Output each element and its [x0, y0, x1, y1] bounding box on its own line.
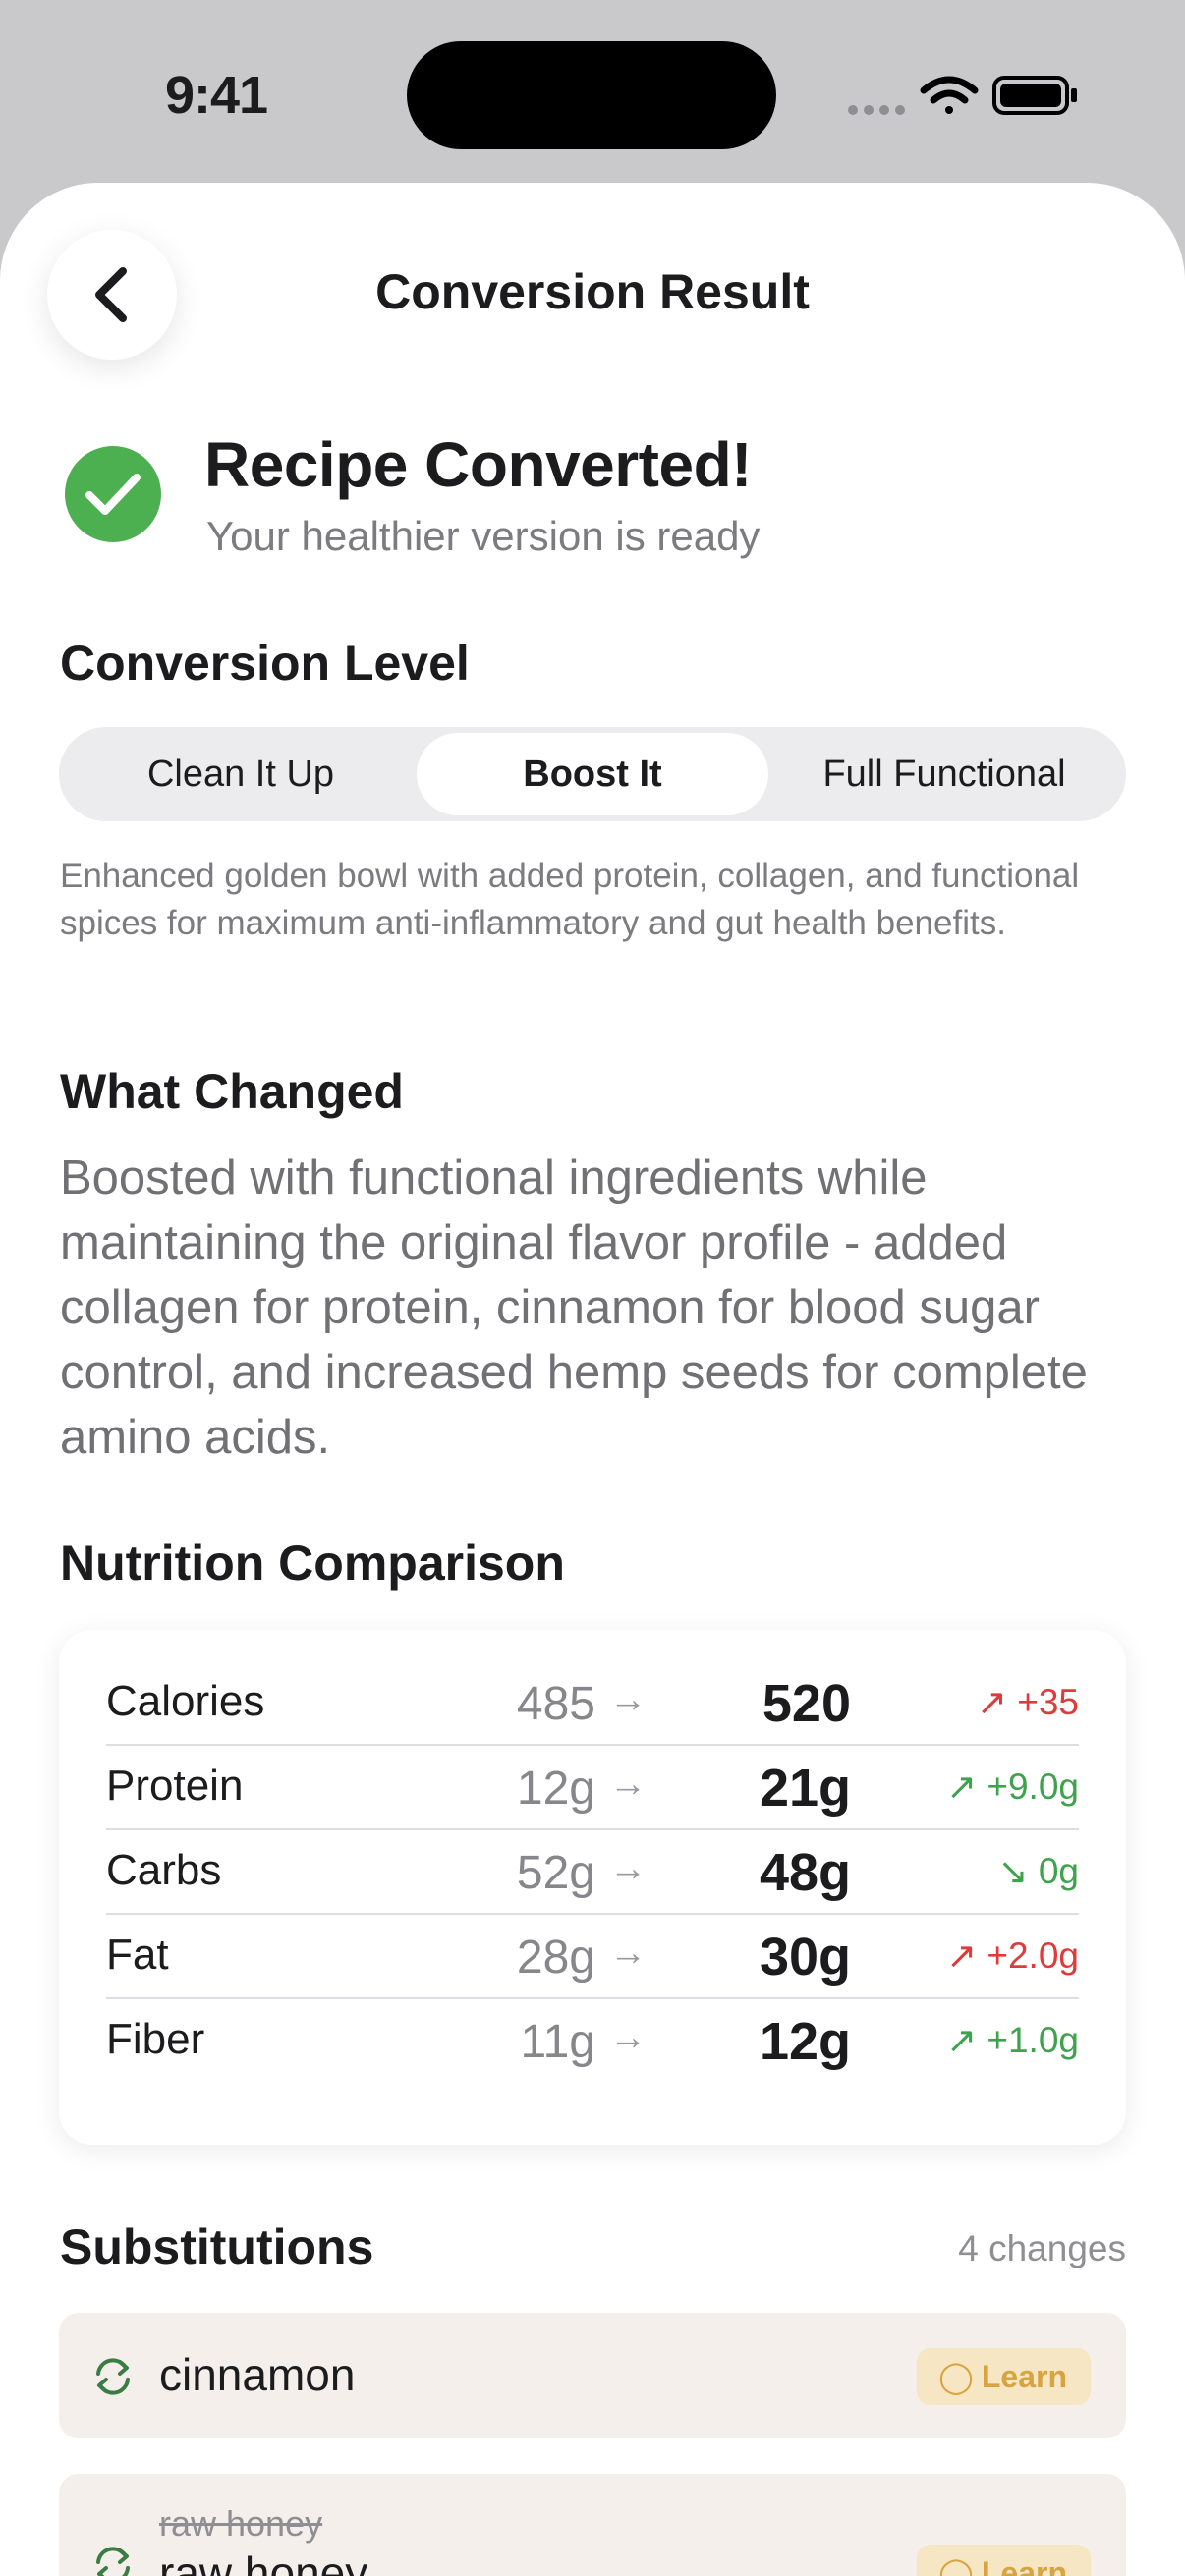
nutrient-label: Carbs — [106, 1846, 222, 1894]
nutrition-comparison-heading: Nutrition Comparison — [60, 1536, 565, 1591]
substitution-original: raw honey — [159, 2503, 323, 2544]
segment-clean-it-up[interactable]: Clean It Up — [65, 733, 417, 815]
arrow-up-right-icon: ↗ — [946, 2020, 988, 2060]
arrow-right-icon: → — [609, 1848, 647, 1889]
status-bar: 9:41 — [0, 0, 1185, 187]
swap-cycle-icon — [96, 2358, 130, 2395]
nutrient-delta: ↗ +9.0g — [946, 1766, 1079, 1807]
nutrition-row: Carbs 52g → 48g ↘ 0g — [106, 1830, 1079, 1915]
success-title: Recipe Converted! — [204, 429, 752, 500]
arrow-right-icon: → — [609, 2017, 647, 2058]
substitution-name: cinnamon — [159, 2349, 356, 2400]
substitutions-count: 4 changes — [958, 2228, 1126, 2268]
learn-button[interactable]: ◯ Learn — [917, 2348, 1091, 2405]
dynamic-island — [407, 41, 776, 149]
nutrition-row: Fat 28g → 30g ↗ +2.0g — [106, 1915, 1079, 1999]
success-subtitle: Your healthier version is ready — [206, 513, 761, 559]
lightbulb-icon: ◯ — [938, 2359, 974, 2394]
what-changed-heading: What Changed — [60, 1064, 404, 1119]
segment-boost-it[interactable]: Boost It — [417, 733, 768, 815]
nutrient-delta: ↗ +2.0g — [946, 1935, 1079, 1976]
nutrient-new-value: 48g — [759, 1843, 851, 1902]
what-changed-text: Boosted with functional ingredients whil… — [60, 1151, 1088, 1464]
arrow-right-icon: → — [609, 1932, 647, 1974]
segment-full-functional[interactable]: Full Functional — [768, 733, 1120, 815]
conversion-level-heading: Conversion Level — [60, 636, 470, 691]
nutrient-delta: ↘ 0g — [997, 1851, 1079, 1891]
nutrient-label: Protein — [106, 1762, 244, 1810]
nutrient-delta: ↗ +35 — [976, 1682, 1079, 1722]
substitution-name: raw honey — [159, 2548, 368, 2576]
nutrient-new-value: 520 — [762, 1674, 851, 1733]
nutrient-new-value: 21g — [759, 1759, 851, 1818]
nutrient-old-value: 28g — [516, 1932, 595, 1984]
nutrition-row: Calories 485 → 520 ↗ +35 — [106, 1661, 1079, 1746]
wifi-icon — [920, 76, 979, 114]
nutrition-row: Fiber 11g → 12g ↗ +1.0g — [106, 1999, 1079, 2084]
substitution-card[interactable]: raw honey raw honey ◯ Learn — [59, 2474, 1126, 2576]
battery-icon — [992, 76, 1077, 115]
nutrition-comparison-card: Calories 485 → 520 ↗ +35 Protein 12g → 2… — [59, 1630, 1126, 2145]
nutrient-label: Calories — [106, 1677, 265, 1725]
arrow-down-right-icon: ↘ — [997, 1851, 1039, 1891]
status-icons — [848, 76, 1077, 115]
nutrient-label: Fat — [106, 1931, 169, 1979]
status-time: 9:41 — [165, 66, 268, 125]
swap-cycle-icon — [96, 2547, 130, 2576]
lightbulb-icon: ◯ — [938, 2555, 974, 2576]
nutrient-old-value: 485 — [516, 1678, 595, 1730]
nutrient-label: Fiber — [106, 2015, 205, 2063]
page-title: Conversion Result — [375, 264, 810, 319]
cellular-signal-icon — [848, 105, 905, 115]
nutrient-new-value: 12g — [759, 2012, 851, 2071]
nutrition-row: Protein 12g → 21g ↗ +9.0g — [106, 1746, 1079, 1830]
conversion-level-segmented-control: Clean It Up Boost It Full Functional — [59, 727, 1126, 821]
substitutions-heading: Substitutions — [60, 2219, 374, 2274]
arrow-right-icon: → — [609, 1679, 647, 1720]
arrow-up-right-icon: ↗ — [946, 1935, 988, 1976]
nutrient-old-value: 12g — [516, 1763, 595, 1815]
substitution-card[interactable]: cinnamon ◯ Learn — [59, 2313, 1126, 2438]
checkmark-circle-icon — [65, 446, 161, 542]
conversion-result-sheet: Conversion Result Recipe Converted! Your… — [0, 183, 1185, 2576]
conversion-level-description: Enhanced golden bowl with added protein,… — [60, 857, 1080, 942]
learn-button[interactable]: ◯ Learn — [917, 2545, 1091, 2576]
arrow-right-icon: → — [609, 1764, 647, 1805]
nutrient-old-value: 52g — [516, 1847, 595, 1899]
nutrient-delta: ↗ +1.0g — [946, 2020, 1079, 2060]
arrow-up-right-icon: ↗ — [946, 1766, 988, 1807]
nutrient-new-value: 30g — [759, 1928, 851, 1987]
arrow-up-right-icon: ↗ — [976, 1682, 1018, 1722]
nutrient-old-value: 11g — [520, 2016, 595, 2068]
